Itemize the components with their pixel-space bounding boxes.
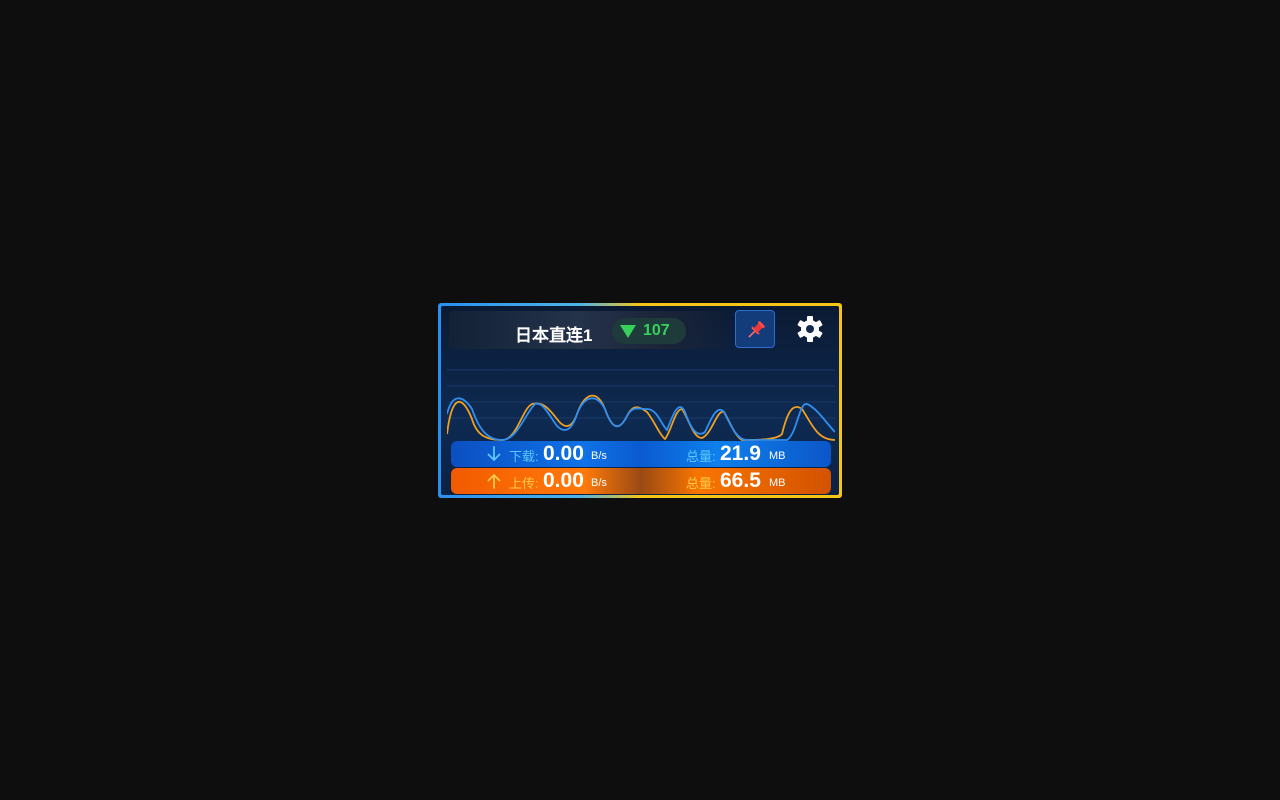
arrow-down-icon — [487, 446, 501, 461]
widget-body: 日本直连1 107 下载: 0.00 B/s 总量: 21.9 MB 上传: 0… — [441, 306, 839, 495]
upload-total-label: 总量: — [686, 476, 716, 491]
download-speed-unit: B/s — [591, 450, 607, 462]
signal-triangle-icon — [620, 325, 636, 338]
download-total-label: 总量: — [686, 449, 716, 464]
pushpin-icon — [748, 321, 765, 338]
upload-total: 66.5 — [720, 469, 761, 492]
pin-button[interactable] — [735, 310, 775, 348]
download-label: 下载: — [509, 449, 539, 464]
upload-bar: 上传: 0.00 B/s 总量: 66.5 MB — [451, 468, 831, 494]
settings-button[interactable] — [793, 312, 827, 346]
traffic-graph — [447, 369, 835, 441]
gear-icon — [797, 316, 823, 342]
upload-label: 上传: — [509, 476, 539, 491]
download-speed: 0.00 — [543, 442, 584, 465]
arrow-up-icon — [487, 474, 501, 489]
download-bar: 下载: 0.00 B/s 总量: 21.9 MB — [451, 441, 831, 467]
ping-value: 107 — [643, 322, 670, 339]
download-total: 21.9 — [720, 442, 761, 465]
upload-speed: 0.00 — [543, 469, 584, 492]
upload-total-unit: MB — [769, 477, 786, 489]
upload-speed-unit: B/s — [591, 477, 607, 489]
download-line — [447, 397, 835, 441]
download-total-unit: MB — [769, 450, 786, 462]
speed-monitor-widget[interactable]: 日本直连1 107 下载: 0.00 B/s 总量: 21.9 MB 上传: 0… — [438, 303, 842, 498]
node-name: 日本直连1 — [515, 326, 593, 345]
ping-badge: 107 — [612, 318, 686, 344]
node-header: 日本直连1 107 — [449, 311, 739, 349]
